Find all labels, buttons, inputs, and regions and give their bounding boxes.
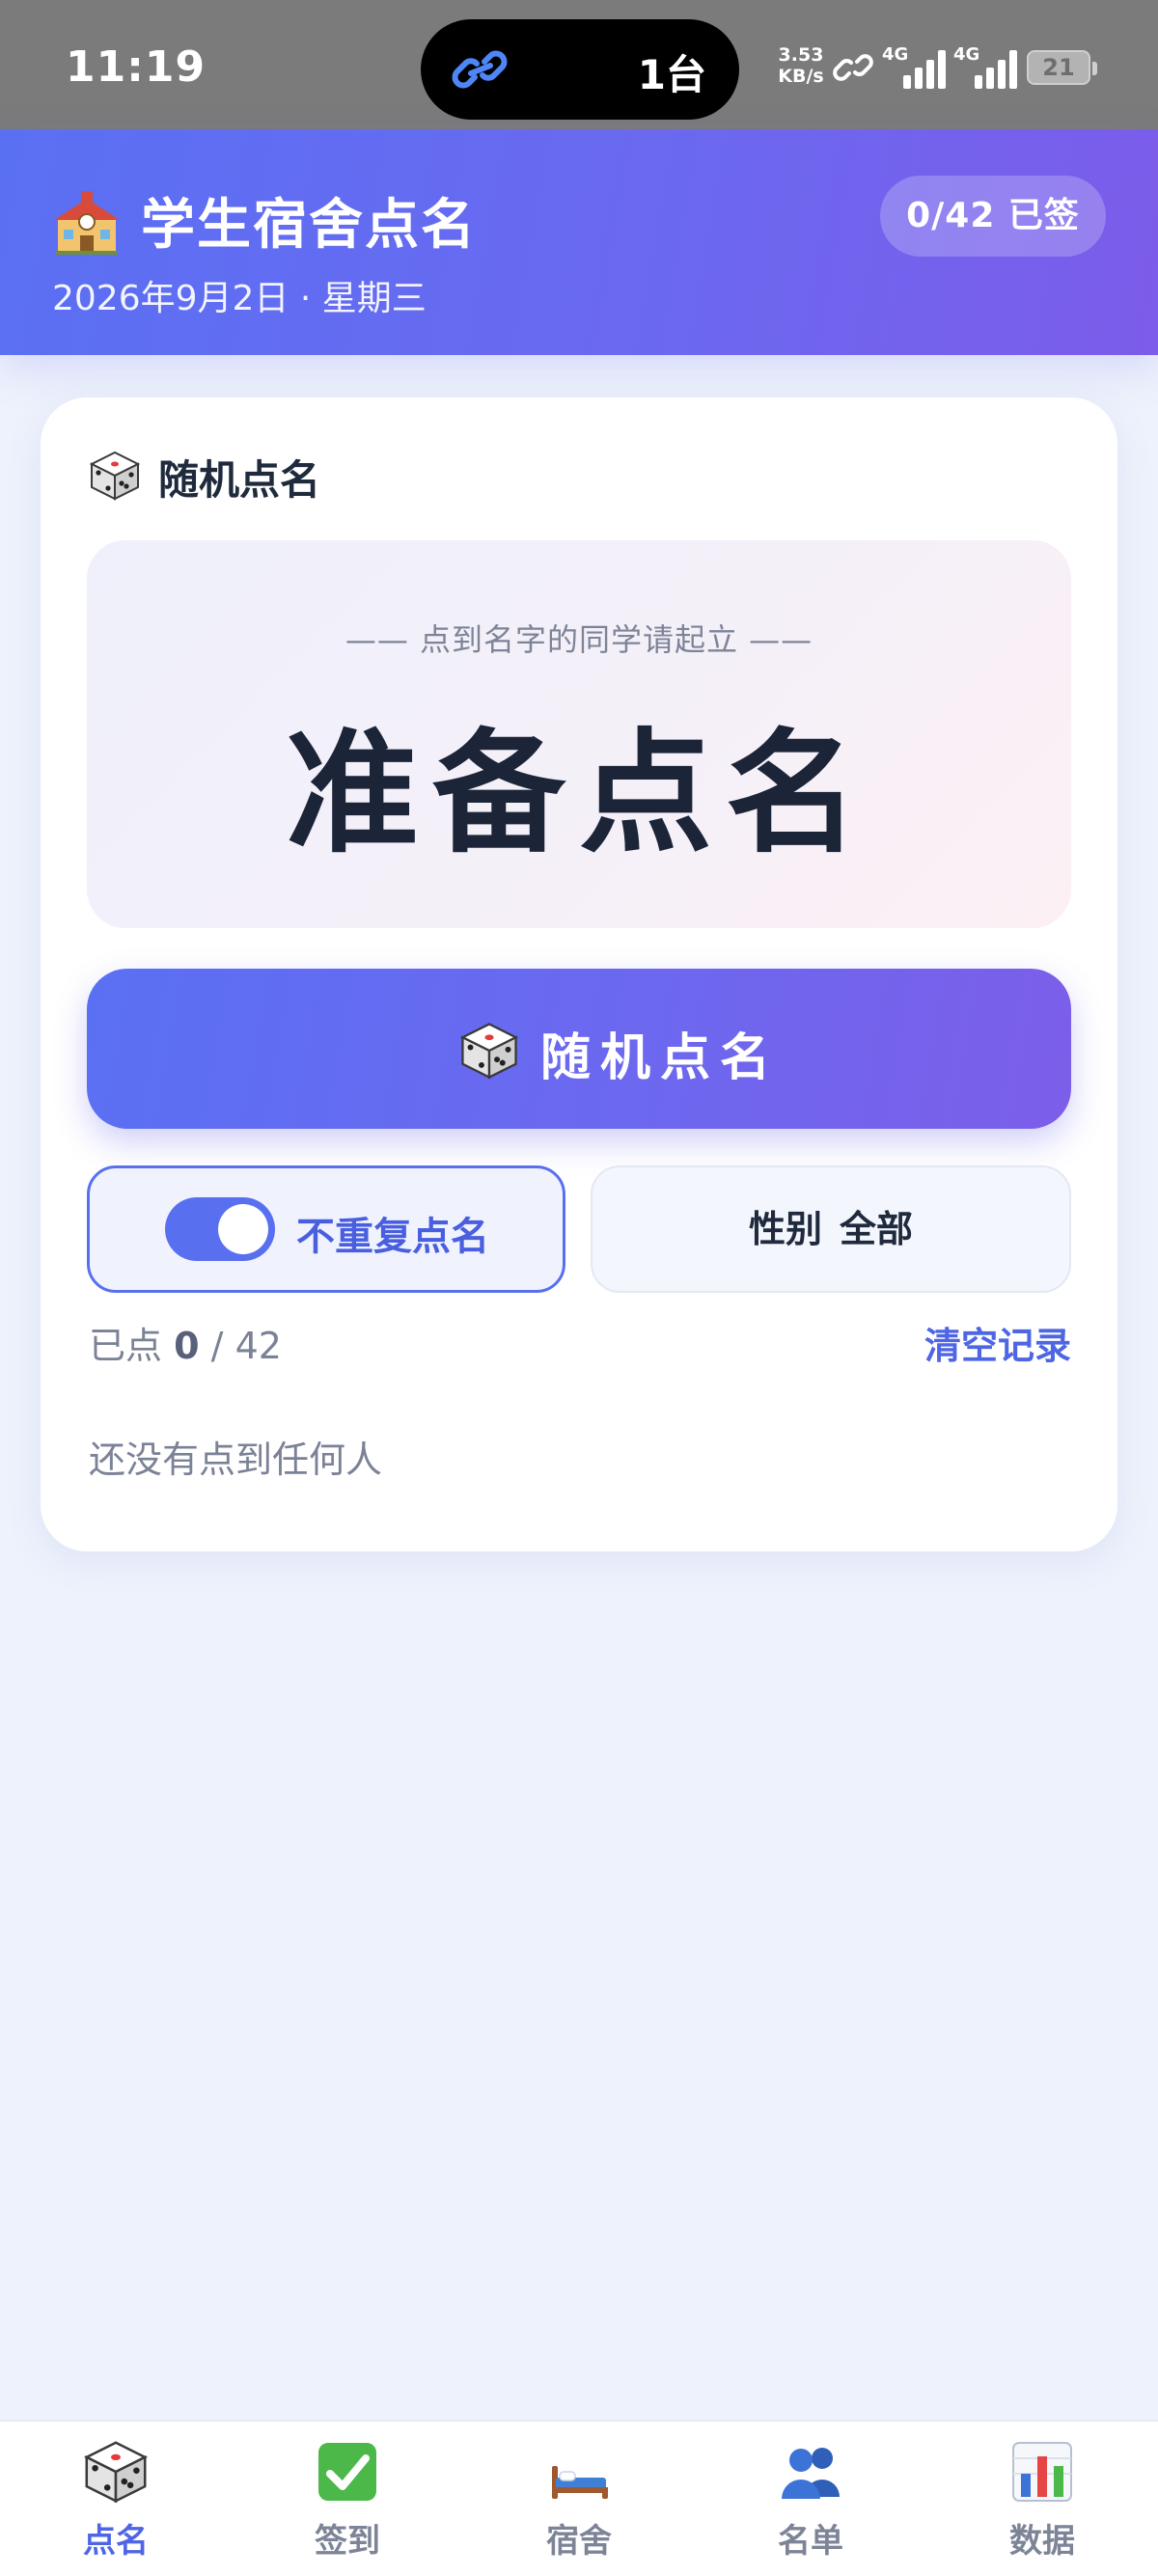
signal-strength-2: 4G bbox=[953, 44, 1023, 89]
dice-icon bbox=[89, 451, 141, 501]
random-call-button[interactable]: 随机点名 bbox=[87, 969, 1071, 1129]
gender-filter-button[interactable]: 性别 全部 bbox=[591, 1165, 1071, 1293]
section-title-label: 随机点名 bbox=[158, 456, 321, 504]
current-date: 2026年9月2日 · 星期三 bbox=[52, 279, 427, 318]
dice-icon bbox=[83, 2441, 149, 2504]
called-count: 已点 0 / 42 bbox=[89, 1316, 282, 1369]
network-speed: 3.53 KB/s bbox=[772, 44, 830, 87]
empty-history-message: 还没有点到任何人 bbox=[89, 1439, 383, 1481]
hotspot-link-icon bbox=[833, 54, 873, 81]
bottom-navigation: 点名 签到 宿舍 名单 数据 bbox=[0, 2420, 1158, 2576]
app-header: 学生宿舍点名 2026年9月2日 · 星期三 0/42 已签 bbox=[0, 129, 1158, 355]
total-count-value: 42 bbox=[234, 1325, 282, 1367]
network-speed-unit: KB/s bbox=[778, 66, 824, 87]
no-repeat-label: 不重复点名 bbox=[296, 1215, 489, 1259]
nav-label: 名单 bbox=[778, 2522, 843, 2561]
random-call-button-label: 随机点名 bbox=[540, 1029, 781, 1087]
nav-label: 点名 bbox=[83, 2522, 149, 2561]
switch-knob bbox=[218, 1204, 268, 1254]
bed-icon bbox=[552, 2466, 608, 2499]
status-time: 11:19 bbox=[66, 42, 207, 92]
link-icon bbox=[452, 50, 508, 89]
network-speed-value: 3.53 bbox=[778, 44, 824, 66]
page-title: 学生宿舍点名 bbox=[141, 194, 477, 257]
nav-tab-roster[interactable]: 名单 bbox=[695, 2435, 926, 2570]
signal-bars-icon bbox=[903, 50, 946, 89]
nav-tab-dorm[interactable]: 宿舍 bbox=[463, 2435, 695, 2570]
nav-tab-check-in[interactable]: 签到 bbox=[232, 2435, 463, 2570]
display-hint: —— 点到名字的同学请起立 —— bbox=[345, 621, 813, 658]
name-display: —— 点到名字的同学请起立 —— 准备点名 bbox=[87, 540, 1071, 928]
battery-level: 21 bbox=[1042, 54, 1075, 81]
gender-filter-label: 性别 bbox=[748, 1208, 822, 1250]
called-count-prefix: 已点 bbox=[89, 1325, 163, 1367]
school-icon bbox=[54, 191, 120, 255]
signal-bars-icon bbox=[975, 50, 1017, 89]
no-repeat-toggle[interactable]: 不重复点名 bbox=[87, 1165, 565, 1293]
bar-chart-icon bbox=[1012, 2442, 1072, 2502]
signed-count-badge: 0/42 已签 bbox=[880, 176, 1106, 257]
nav-tab-data[interactable]: 数据 bbox=[926, 2435, 1158, 2570]
roll-call-card: 随机点名 —— 点到名字的同学请起立 —— 准备点名 随机点名 不重复点名 性别… bbox=[41, 397, 1117, 1551]
people-icon bbox=[782, 2448, 840, 2499]
check-mark-icon bbox=[318, 2443, 376, 2501]
clear-history-button[interactable]: 清空记录 bbox=[924, 1316, 1071, 1369]
called-name: 准备点名 bbox=[285, 716, 872, 871]
nav-tab-roll-call[interactable]: 点名 bbox=[0, 2435, 232, 2570]
battery-icon: 21 bbox=[1027, 50, 1097, 85]
dice-icon bbox=[459, 1023, 519, 1080]
nav-label: 签到 bbox=[315, 2522, 380, 2561]
status-bar: 11:19 1台 3.53 KB/s 4G 4G 21 bbox=[0, 0, 1158, 129]
nav-label: 宿舍 bbox=[546, 2522, 612, 2561]
called-count-value: 0 bbox=[174, 1325, 200, 1367]
no-repeat-switch[interactable] bbox=[165, 1197, 275, 1261]
gender-filter-value: 全部 bbox=[840, 1208, 914, 1250]
island-label: 1台 bbox=[637, 51, 706, 98]
count-separator: / bbox=[210, 1325, 224, 1367]
nav-label: 数据 bbox=[1009, 2522, 1075, 2561]
signal-strength-1: 4G bbox=[882, 44, 951, 89]
dynamic-island[interactable]: 1台 bbox=[421, 19, 739, 120]
